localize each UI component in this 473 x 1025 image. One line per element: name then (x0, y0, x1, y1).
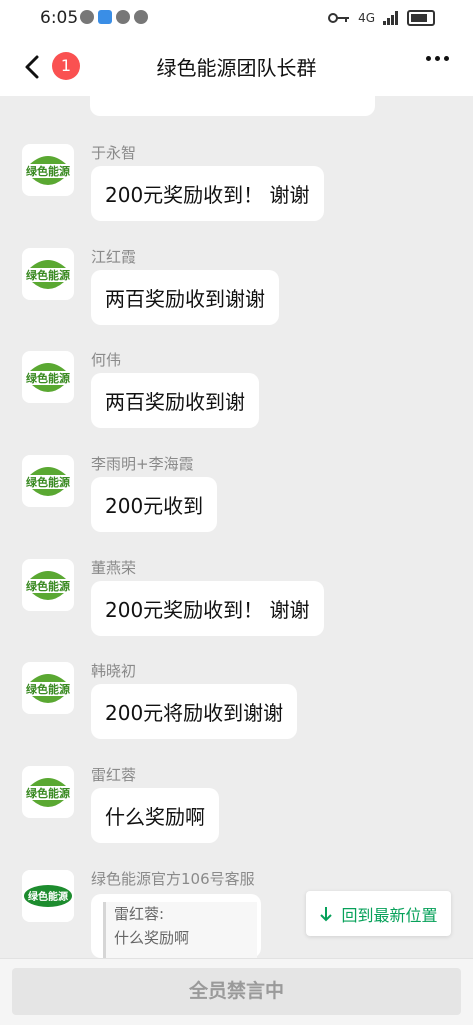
sender-name: 董燕荣 (91, 559, 137, 577)
message-bubble[interactable]: 什么奖励啊 (91, 788, 219, 843)
green-energy-logo-icon: 绿色能源 (23, 249, 73, 299)
sender-name: 雷红蓉 (91, 766, 137, 784)
green-energy-logo-icon: 绿色能源 (23, 560, 73, 610)
signal-icon (383, 11, 398, 25)
sender-name: 绿色能源官方106号客服 (91, 870, 255, 888)
message-bubble[interactable]: 200元收到 (91, 477, 218, 532)
message-bubble[interactable]: 200元奖励收到！ 谢谢 (91, 166, 324, 221)
notification-icon (116, 10, 130, 24)
message-bubble[interactable]: 两百奖励收到谢谢 (91, 270, 279, 325)
avatar[interactable]: 绿色能源 (22, 248, 74, 300)
svg-text:绿色能源: 绿色能源 (26, 475, 70, 489)
message-bubble[interactable]: 200元将励收到谢谢 (91, 684, 298, 739)
green-energy-logo-icon: 绿色能源 (23, 352, 73, 402)
avatar[interactable]: 绿色能源 (22, 870, 74, 922)
green-energy-logo-icon: 绿色能源 (23, 456, 73, 506)
avatar[interactable]: 绿色能源 (22, 144, 74, 196)
avatar[interactable]: 绿色能源 (22, 662, 74, 714)
jump-label: 回到最新位置 (341, 905, 438, 925)
input-bar: 全员禁言中 (0, 958, 473, 1025)
message-list[interactable]: 绿色能源 于永智 200元奖励收到！ 谢谢 绿色能源 江红霞 两百奖励收到谢谢 … (0, 96, 473, 958)
green-energy-logo-icon: 绿色能源 (23, 663, 73, 713)
quoted-message[interactable]: 雷红蓉: 什么奖励啊 (91, 894, 261, 958)
status-time: 6:05 (40, 8, 79, 28)
official-logo-icon: 绿色能源 (22, 870, 74, 922)
system-icons: 4G (328, 10, 435, 26)
svg-text:绿色能源: 绿色能源 (26, 682, 70, 696)
green-energy-logo-icon: 绿色能源 (23, 145, 73, 195)
notification-icons (80, 10, 148, 24)
sender-name: 何伟 (91, 351, 122, 369)
message-bubble[interactable]: 两百奖励收到谢 (91, 373, 259, 428)
network-label: 4G (358, 11, 375, 25)
sender-name: 韩晓初 (91, 662, 137, 680)
status-bar: 6:05 4G (0, 0, 473, 36)
svg-text:绿色能源: 绿色能源 (26, 268, 70, 282)
avatar[interactable]: 绿色能源 (22, 351, 74, 403)
svg-text:绿色能源: 绿色能源 (26, 786, 70, 800)
app-icon (98, 10, 112, 24)
message-bubble-partial (90, 96, 375, 116)
svg-text:绿色能源: 绿色能源 (28, 890, 68, 903)
battery-icon (407, 10, 435, 26)
svg-text:绿色能源: 绿色能源 (26, 371, 70, 385)
key-icon (328, 13, 350, 23)
message-bubble[interactable]: 200元奖励收到！ 谢谢 (91, 581, 324, 636)
avatar[interactable]: 绿色能源 (22, 766, 74, 818)
quote-text: 什么奖励啊 (114, 929, 190, 947)
quote-block: 雷红蓉: 什么奖励啊 (103, 902, 257, 958)
svg-text:绿色能源: 绿色能源 (26, 579, 70, 593)
muted-notice: 全员禁言中 (12, 968, 461, 1015)
green-energy-logo-icon: 绿色能源 (23, 767, 73, 817)
notification-icon (80, 10, 94, 24)
quote-sender: 雷红蓉: (114, 905, 165, 923)
arrow-down-icon (320, 906, 333, 921)
avatar[interactable]: 绿色能源 (22, 455, 74, 507)
sender-name: 江红霞 (91, 248, 137, 266)
chat-header: 1 绿色能源团队长群 (0, 36, 473, 96)
notification-icon (134, 10, 148, 24)
sender-name: 于永智 (91, 144, 137, 162)
chat-title: 绿色能源团队长群 (156, 56, 317, 80)
more-options-icon[interactable] (426, 56, 449, 61)
svg-text:绿色能源: 绿色能源 (26, 164, 70, 178)
jump-to-latest-button[interactable]: 回到最新位置 (306, 891, 451, 936)
sender-name: 李雨明+李海霞 (91, 455, 194, 473)
avatar[interactable]: 绿色能源 (22, 559, 74, 611)
